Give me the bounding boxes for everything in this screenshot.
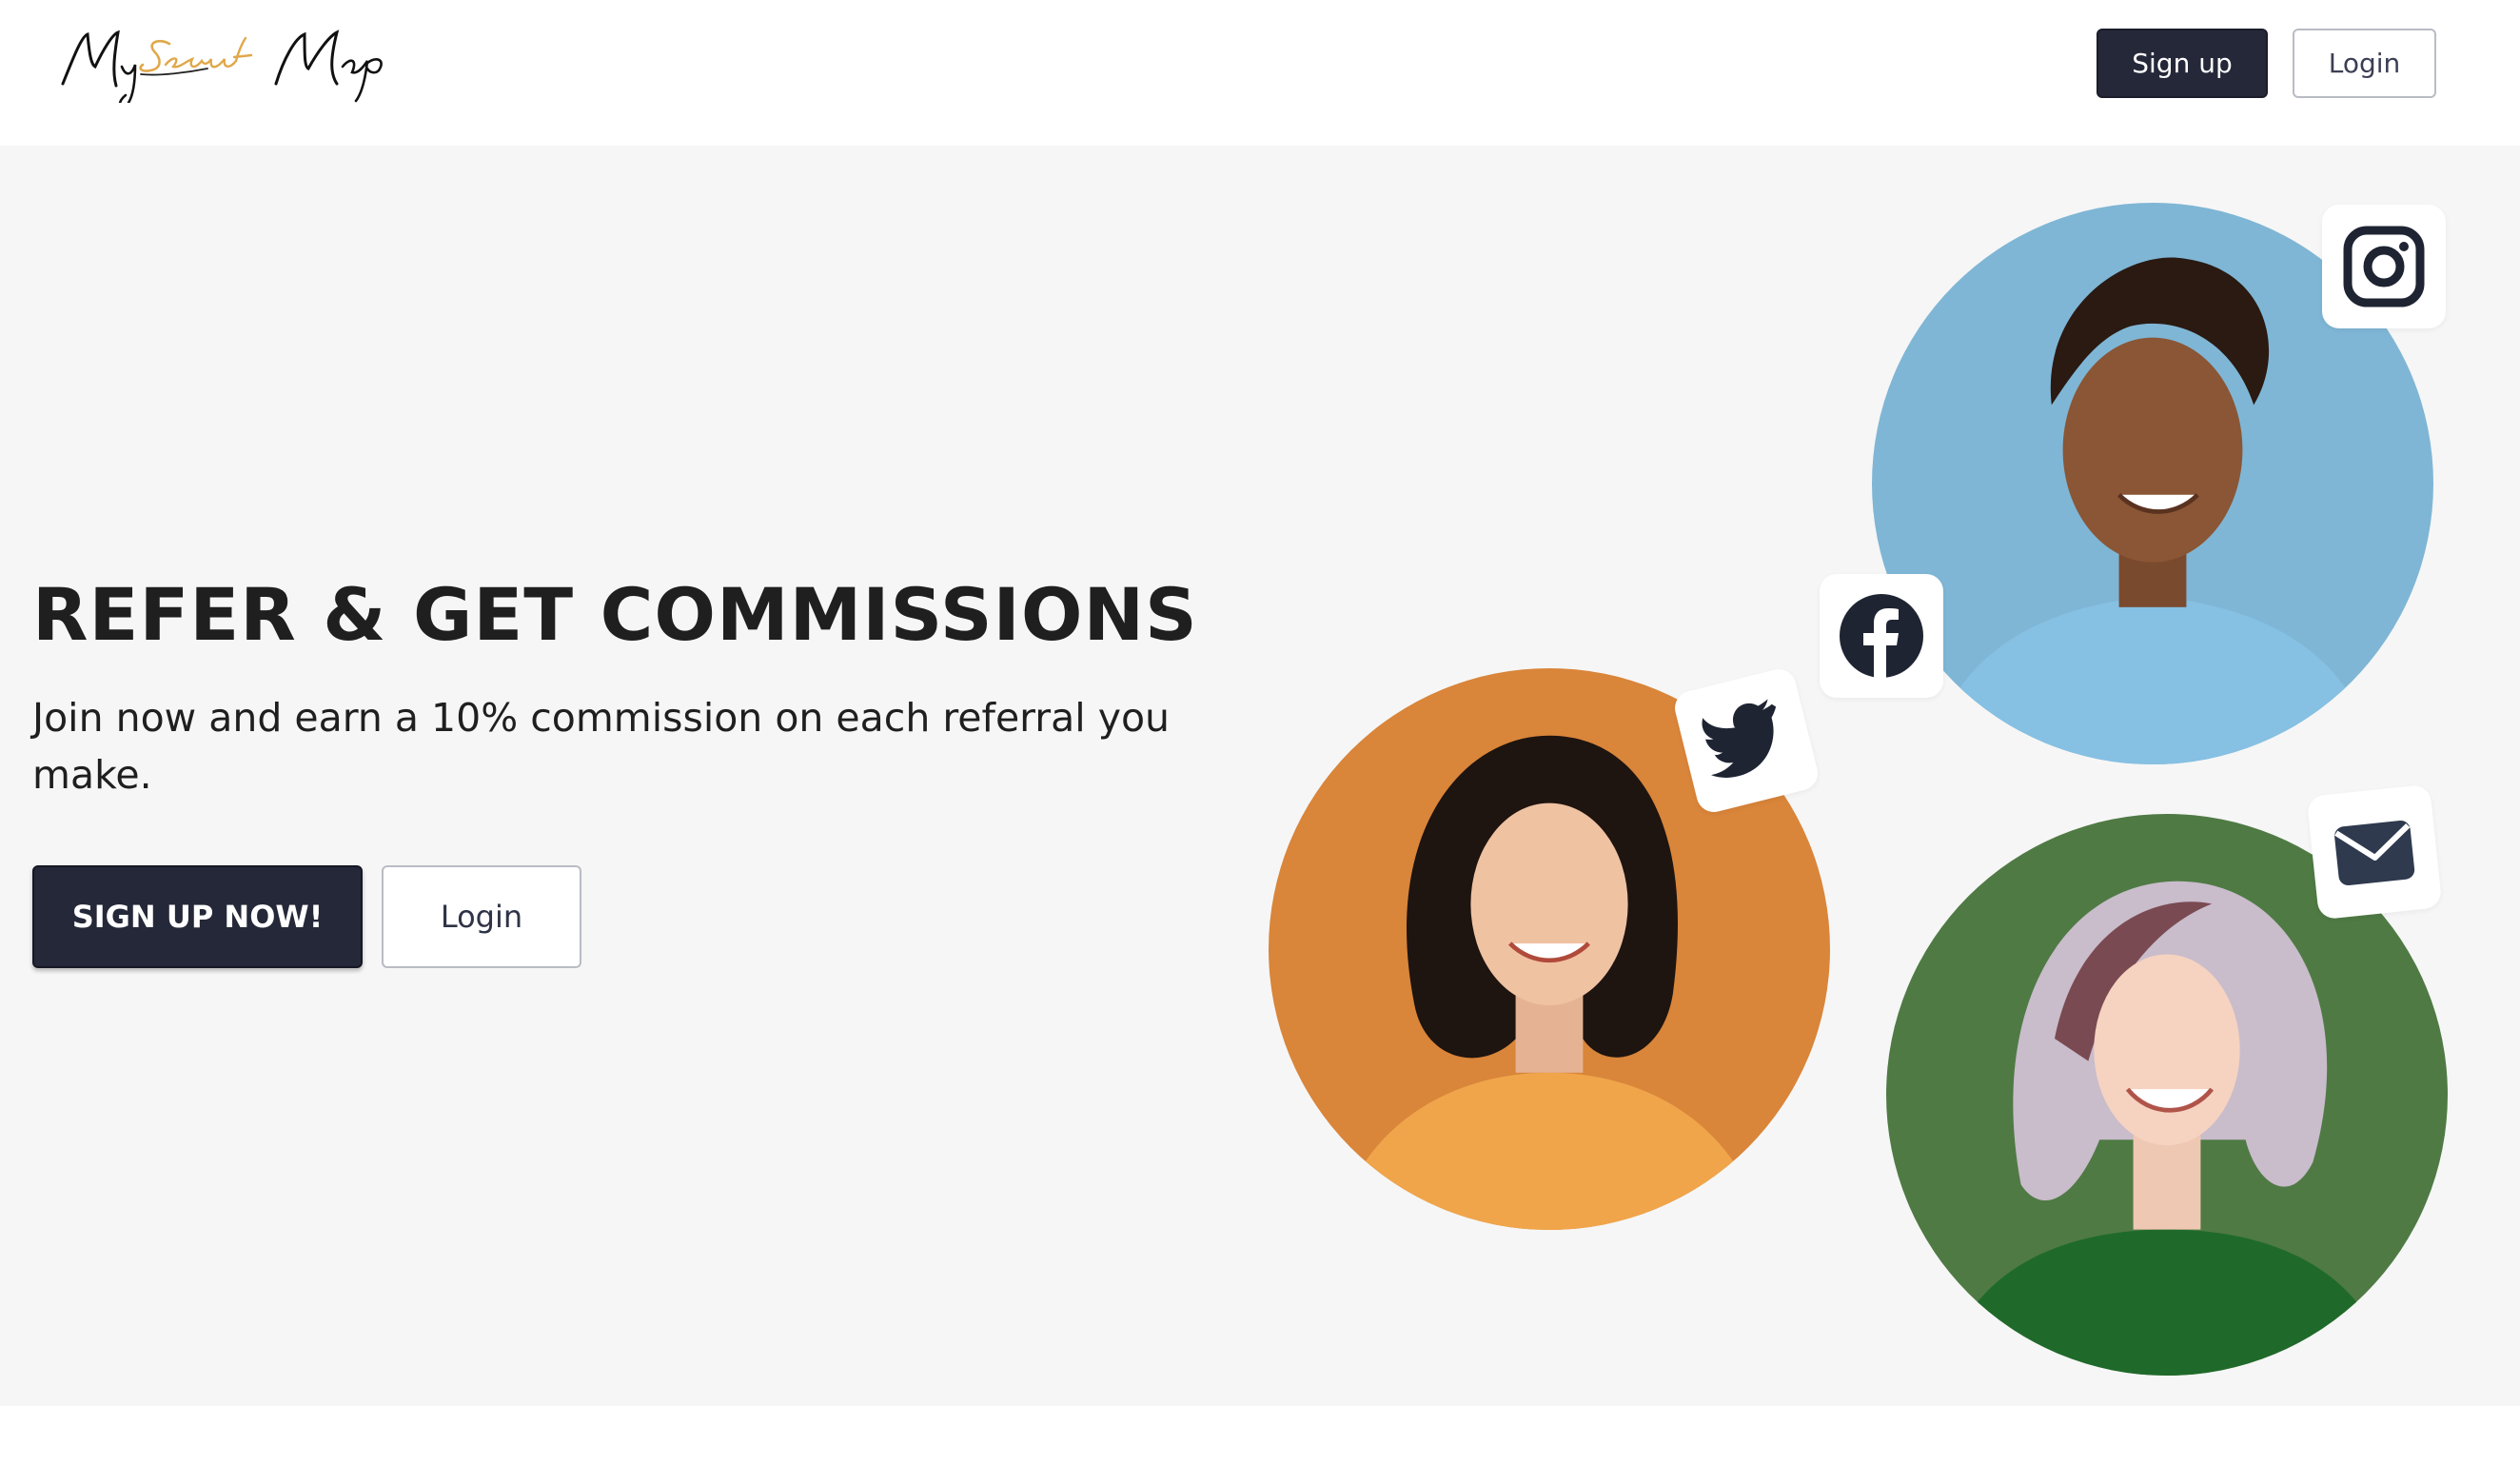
hero-login-button[interactable]: Login	[382, 865, 581, 968]
facebook-tile	[1820, 574, 1943, 698]
mail-icon	[2334, 820, 2415, 886]
twitter-icon	[1702, 699, 1777, 778]
hero-subtitle: Join now and earn a 10% commission on ea…	[32, 695, 1171, 798]
header-login-button[interactable]: Login	[2293, 29, 2436, 98]
logo-wordmark-icon	[61, 30, 383, 109]
hero-section: REFER & GET COMMISSIONS Join now and ear…	[0, 146, 2520, 1406]
top-navigation-bar: Sign up Login	[0, 0, 2520, 146]
instagram-tile	[2322, 205, 2446, 328]
site-logo[interactable]	[55, 17, 398, 109]
instagram-icon	[2343, 226, 2425, 307]
mail-tile	[2306, 783, 2443, 921]
hero-title: REFER & GET COMMISSIONS	[32, 572, 1198, 657]
facebook-icon	[1840, 594, 1923, 678]
header-signup-button[interactable]: Sign up	[2097, 29, 2268, 98]
signup-now-button[interactable]: SIGN UP NOW!	[32, 865, 363, 968]
